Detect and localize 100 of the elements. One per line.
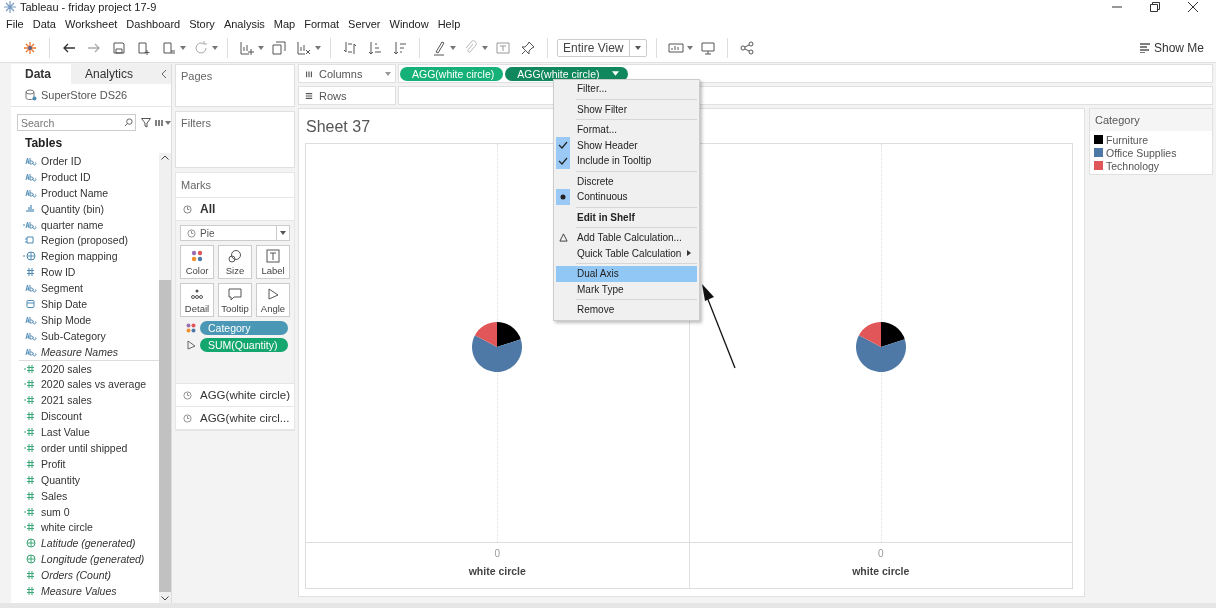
field-name[interactable]: Row ID (41, 266, 76, 279)
menu-item[interactable]: Discrete (556, 173, 697, 189)
marks-button[interactable]: Color (180, 245, 214, 279)
caret-icon[interactable] (450, 45, 456, 50)
menu-item[interactable]: Dual Axis (556, 266, 697, 282)
caret-icon[interactable] (165, 120, 171, 125)
duplicate-icon[interactable] (271, 39, 287, 56)
caret-icon[interactable] (482, 45, 488, 50)
menu-item[interactable]: Server (348, 18, 381, 30)
menu-item[interactable]: Edit in Shelf (556, 209, 697, 225)
pin-icon[interactable] (520, 39, 536, 56)
tableau-logo-icon[interactable] (22, 39, 38, 56)
menu-item[interactable]: Map (273, 18, 296, 30)
field-name[interactable]: Last Value (41, 426, 90, 439)
menu-item[interactable]: Worksheet (65, 18, 118, 30)
caret-icon[interactable] (611, 71, 619, 76)
menu-item[interactable]: Quick Table Calculation (556, 245, 697, 261)
field-name[interactable]: Measure Names (41, 345, 119, 358)
field-name[interactable]: Quantity (bin) (41, 202, 105, 215)
chart-plus-icon[interactable] (239, 39, 255, 56)
menu-item[interactable]: Format (304, 18, 340, 30)
field-name[interactable]: Product ID (41, 170, 91, 183)
field-name[interactable]: Sub-Category (41, 329, 106, 342)
menu-item[interactable]: Show Header (556, 137, 697, 153)
show-me-button[interactable]: Show Me (1135, 38, 1208, 57)
marks-button[interactable]: Size (218, 245, 252, 279)
columns-icon[interactable] (155, 117, 165, 128)
swap-icon[interactable] (342, 39, 358, 56)
menu-item[interactable]: Add Table Calculation... (556, 230, 697, 246)
marks-button[interactable]: Detail (180, 283, 214, 317)
field-name[interactable]: order until shipped (41, 441, 128, 454)
marks-button[interactable]: Label (256, 245, 290, 279)
marks-button[interactable]: Angle (256, 283, 290, 317)
clear-sheet-icon[interactable] (296, 39, 312, 56)
caret-icon[interactable] (258, 45, 264, 50)
menu-item[interactable]: Data (32, 18, 56, 30)
marks-button[interactable]: Tooltip (218, 283, 252, 317)
restore-icon[interactable] (1150, 2, 1160, 12)
save-icon[interactable] (111, 39, 127, 56)
share-icon[interactable] (739, 39, 756, 56)
pane-tab[interactable]: Data (11, 64, 71, 84)
field-name[interactable]: Order ID (41, 154, 82, 167)
field-name[interactable]: Latitude (generated) (41, 537, 136, 550)
sort-descending-icon[interactable] (392, 39, 408, 56)
menu-item[interactable]: File (6, 18, 24, 30)
menu-item[interactable]: Analysis (223, 18, 265, 30)
sort-ascending-icon[interactable] (367, 39, 383, 56)
database-plus-icon[interactable] (136, 39, 152, 56)
menu-item[interactable]: Include in Tooltip (556, 153, 697, 169)
menu-item[interactable]: Mark Type (556, 281, 697, 297)
field-pill[interactable]: AGG(white circle) (505, 66, 628, 81)
scrollbar-thumb[interactable] (159, 280, 171, 592)
menu-item[interactable]: Continuous (556, 189, 697, 205)
field-name[interactable]: 2021 sales (41, 394, 92, 407)
field-name[interactable]: Discount (41, 410, 82, 423)
menu-item[interactable]: Help (437, 18, 461, 30)
caret-icon[interactable] (315, 45, 321, 50)
field-name[interactable]: Sales (41, 489, 68, 502)
menu-item[interactable]: Window (389, 18, 429, 30)
scroll-down-icon[interactable] (161, 596, 169, 601)
field-name[interactable]: 2020 sales (41, 362, 92, 375)
close-icon[interactable] (1188, 2, 1198, 12)
marks-layer-tab[interactable]: All (176, 198, 294, 221)
search-field[interactable]: Search (17, 114, 136, 131)
filter-icon[interactable] (141, 117, 151, 128)
database-pause-icon[interactable] (161, 39, 177, 56)
field-name[interactable]: Quantity (41, 473, 81, 486)
field-name[interactable]: Ship Date (41, 297, 88, 310)
menu-item[interactable]: Remove (556, 302, 697, 318)
presentation-icon[interactable] (700, 39, 717, 56)
field-name[interactable]: Product Name (41, 186, 109, 199)
field-name[interactable]: 2020 sales vs average (41, 378, 147, 391)
marks-layer-tab[interactable]: AGG(white circl... (176, 407, 294, 430)
field-name[interactable]: white circle (41, 521, 93, 534)
field-name[interactable]: Longitude (generated) (41, 553, 145, 566)
caret-icon[interactable] (180, 45, 186, 50)
menu-item[interactable]: Dashboard (126, 18, 181, 30)
pane-tab[interactable]: Analytics (71, 64, 148, 84)
menu-item[interactable]: Show Filter (556, 101, 697, 117)
field-name[interactable]: Measure Values (41, 585, 117, 597)
field-name[interactable]: Profit (41, 457, 66, 470)
collapse-icon[interactable] (161, 70, 167, 78)
caret-icon[interactable] (212, 45, 218, 50)
menu-item[interactable]: Filter... (556, 81, 697, 97)
field-name[interactable]: quarter name (41, 218, 104, 231)
field-name[interactable]: Orders (Count) (41, 569, 112, 582)
caret-icon[interactable] (385, 71, 391, 76)
highlighter-icon[interactable] (431, 39, 447, 56)
menu-item[interactable]: Story (189, 18, 215, 30)
view-size-dropdown[interactable]: Entire View (557, 38, 648, 57)
columns-shelf[interactable]: AGG(white circle) AGG(white circle) (398, 64, 1213, 83)
menu-item[interactable]: Format... (556, 122, 697, 138)
paperclip-icon[interactable] (463, 39, 479, 56)
marks-layer-tab[interactable]: AGG(white circle) (176, 384, 294, 407)
field-name[interactable]: sum 0 (41, 505, 70, 518)
data-source-name[interactable]: SuperStore DS26 (41, 89, 128, 101)
field-name[interactable]: Region mapping (41, 250, 118, 263)
field-name[interactable]: Region (proposed) (41, 234, 128, 247)
field-name[interactable]: Segment (41, 282, 84, 295)
mark-type-dropdown[interactable]: Pie (180, 225, 290, 241)
